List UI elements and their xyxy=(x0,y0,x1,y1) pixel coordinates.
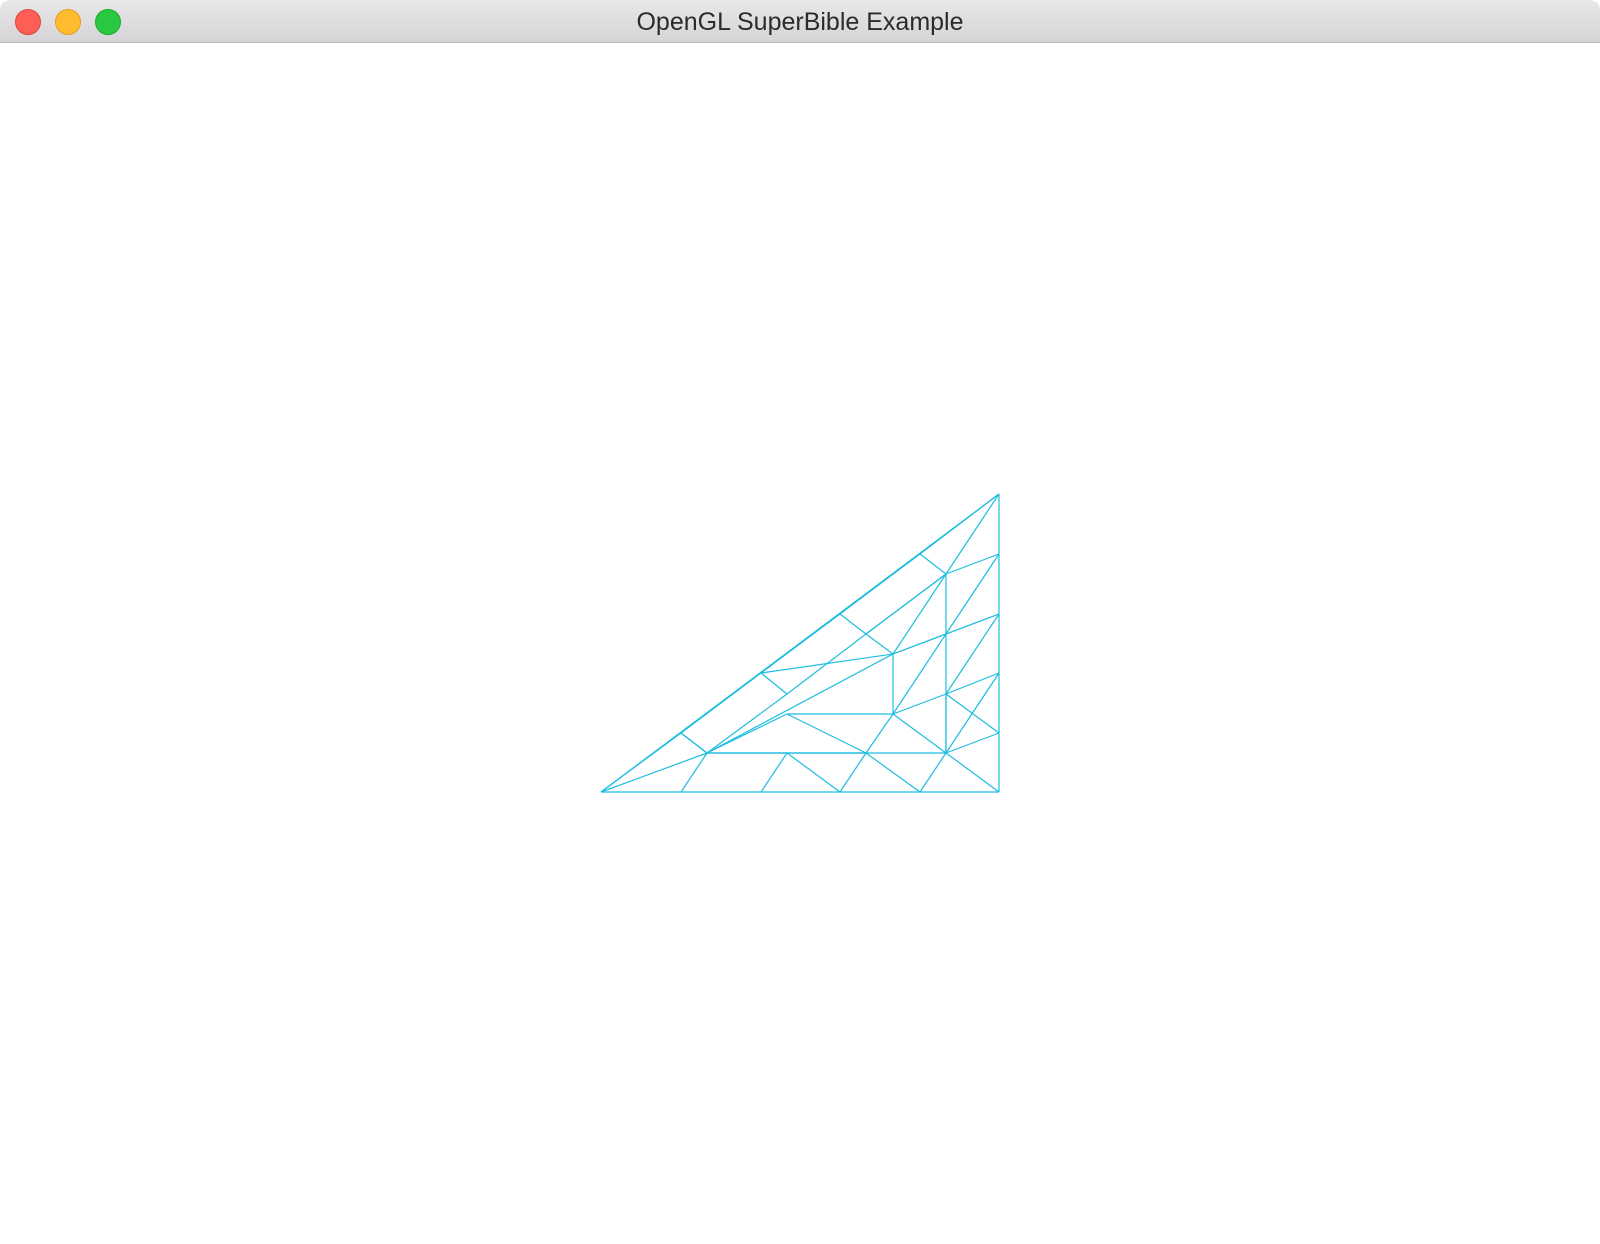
mesh-edge-26 xyxy=(945,732,1000,754)
mesh-edge-16 xyxy=(919,493,1000,555)
mesh-edge-3 xyxy=(600,752,708,793)
mesh-edge-23 xyxy=(945,672,1000,695)
mesh-edge-51 xyxy=(892,573,947,655)
mesh-edge-45 xyxy=(892,693,947,715)
mesh-edge-42 xyxy=(786,713,867,754)
mesh-edge-36 xyxy=(919,752,947,793)
mesh-edge-40 xyxy=(706,653,894,754)
mesh-edge-46 xyxy=(892,633,947,715)
mesh-edge-22 xyxy=(945,613,1000,695)
mesh-edge-5 xyxy=(600,732,682,793)
mesh-edge-7 xyxy=(680,732,708,754)
mesh-edge-12 xyxy=(839,613,867,635)
mesh-edge-13 xyxy=(839,553,921,615)
mesh-edge-38 xyxy=(865,713,894,754)
mesh-edge-34 xyxy=(865,752,921,793)
mesh-edge-44 xyxy=(892,713,947,754)
mesh-edge-17 xyxy=(945,493,1000,575)
mesh-edge-6 xyxy=(680,672,762,734)
mesh-edge-49 xyxy=(865,573,947,635)
title-bar[interactable]: OpenGL SuperBible Example xyxy=(0,0,1600,43)
mesh-edge-33 xyxy=(839,752,867,793)
mesh-edge-28 xyxy=(680,752,708,793)
mesh-edge-50 xyxy=(865,633,894,655)
mesh-edge-9 xyxy=(760,672,788,695)
mesh-edge-31 xyxy=(786,752,841,793)
mesh-edge-15 xyxy=(919,553,947,575)
window-title: OpenGL SuperBible Example xyxy=(636,8,964,36)
mesh-edge-18 xyxy=(945,553,1000,575)
tessellated-triangle-canvas xyxy=(600,493,1000,793)
mesh-edge-27 xyxy=(945,752,1000,793)
mesh-edge-19 xyxy=(945,553,1000,635)
mesh-edge-8 xyxy=(706,693,788,754)
mesh-edge-10 xyxy=(760,613,841,674)
mesh-edge-43 xyxy=(706,713,788,754)
wireframe-mesh xyxy=(600,493,1000,793)
mesh-edge-30 xyxy=(760,752,788,793)
gl-viewport[interactable] xyxy=(0,43,1600,1244)
mesh-edge-25 xyxy=(945,693,1000,734)
app-window: OpenGL SuperBible Example xyxy=(0,0,1600,1244)
